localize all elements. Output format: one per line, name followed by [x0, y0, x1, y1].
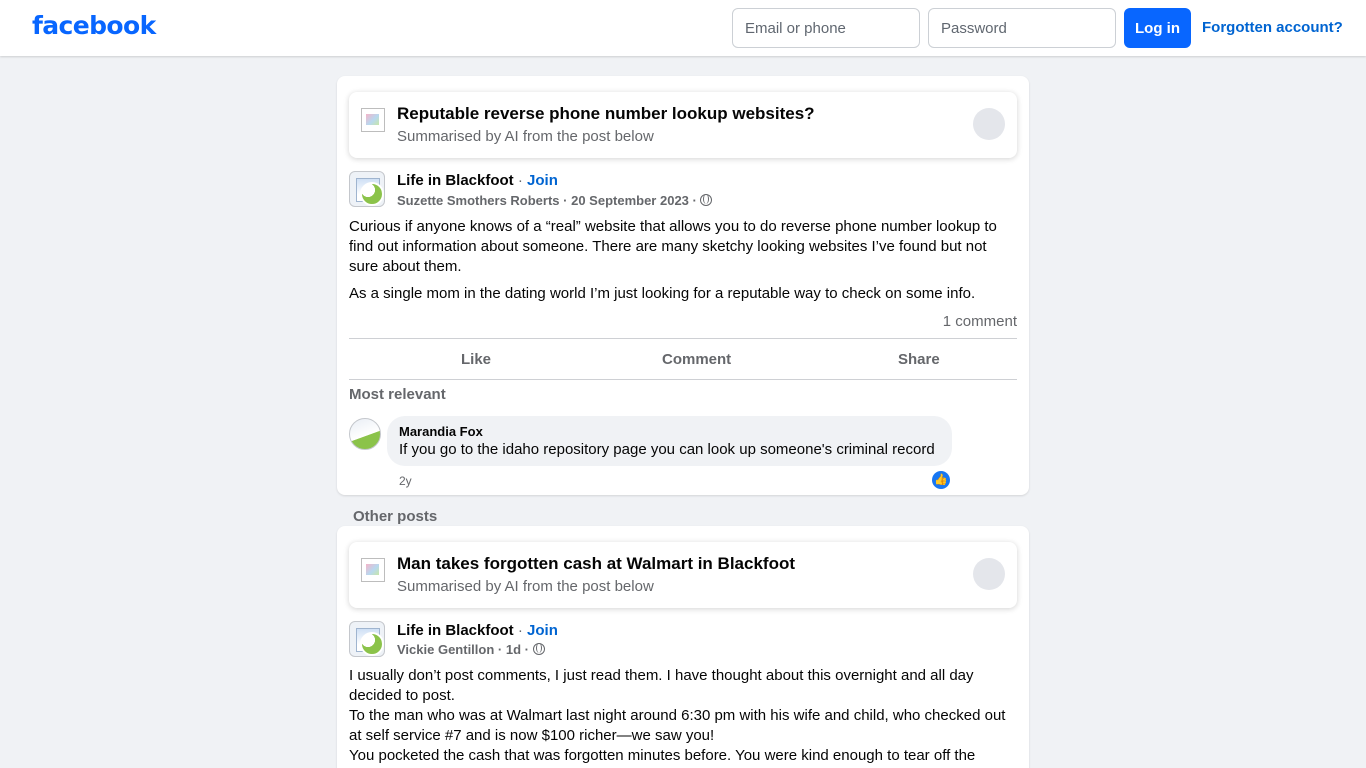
share-button[interactable]: Share — [898, 351, 940, 368]
post-card: Reputable reverse phone number lookup we… — [337, 76, 1029, 495]
group-line: Life in Blackfoot · Join — [397, 172, 558, 189]
separator-dot: · — [521, 642, 533, 657]
post-body-line: To the man who was at Walmart last night… — [349, 707, 1006, 744]
join-link[interactable]: Join — [527, 172, 558, 189]
summary-subtitle: Summarised by AI from the post below — [397, 578, 654, 595]
separator-dot: · — [559, 193, 572, 208]
top-navigation-bar: facebook Log in Forgotten account? — [0, 0, 1366, 56]
separator-dot: · — [513, 172, 528, 189]
comment-count[interactable]: 1 comment — [943, 313, 1017, 330]
more-options-button[interactable] — [973, 558, 1005, 590]
post-date[interactable]: 20 September 2023 — [571, 193, 689, 208]
more-options-button[interactable] — [973, 108, 1005, 140]
separator-dot: · — [494, 642, 506, 657]
email-field[interactable] — [732, 8, 920, 48]
comment-button[interactable]: Comment — [662, 351, 731, 368]
comment-text: If you go to the idaho repository page y… — [399, 441, 935, 458]
separator-dot: · — [688, 193, 701, 208]
post-body-paragraph: Curious if anyone knows of a “real” webs… — [349, 218, 997, 275]
group-name-link[interactable]: Life in Blackfoot — [397, 172, 514, 189]
login-button[interactable]: Log in — [1124, 8, 1191, 48]
globe-icon — [532, 643, 545, 655]
summary-subtitle: Summarised by AI from the post below — [397, 128, 654, 145]
like-button[interactable]: Like — [461, 351, 491, 368]
author-name-link[interactable]: Vickie Gentillon — [397, 642, 494, 657]
post-body-line: You pocketed the cash that was forgotten… — [349, 747, 976, 764]
thumbs-up-icon[interactable]: 👍 — [932, 471, 950, 489]
summary-thumbnail-icon — [361, 108, 385, 132]
join-link[interactable]: Join — [527, 622, 558, 639]
group-name-link[interactable]: Life in Blackfoot — [397, 622, 514, 639]
comments-sort-selector[interactable]: Most relevant — [349, 386, 446, 403]
divider — [349, 379, 1017, 380]
divider — [349, 338, 1017, 339]
commenter-avatar[interactable] — [349, 418, 381, 450]
ai-summary-box[interactable]: Reputable reverse phone number lookup we… — [349, 92, 1017, 158]
password-field[interactable] — [928, 8, 1116, 48]
comment-age[interactable]: 2y — [399, 474, 412, 488]
summary-thumbnail-icon — [361, 558, 385, 582]
group-avatar[interactable] — [349, 171, 385, 207]
group-avatar[interactable] — [349, 621, 385, 657]
summary-title: Reputable reverse phone number lookup we… — [397, 104, 815, 123]
forgotten-account-link[interactable]: Forgotten account? — [1202, 19, 1343, 36]
separator-dot: · — [513, 622, 528, 639]
other-posts-heading: Other posts — [353, 508, 438, 525]
post-body-line: I usually don’t post comments, I just re… — [349, 667, 974, 704]
comment-bubble: Marandia Fox If you go to the idaho repo… — [387, 416, 952, 466]
comment-author-link[interactable]: Marandia Fox — [399, 424, 483, 439]
post-meta: Suzette Smothers Roberts · 20 September … — [397, 193, 713, 208]
post-body-paragraph: As a single mom in the dating world I’m … — [349, 285, 976, 302]
group-line: Life in Blackfoot · Join — [397, 622, 558, 639]
globe-icon — [700, 194, 713, 206]
post-meta: Vickie Gentillon · 1d · — [397, 642, 545, 657]
author-name-link[interactable]: Suzette Smothers Roberts — [397, 193, 560, 208]
summary-title: Man takes forgotten cash at Walmart in B… — [397, 554, 795, 573]
ai-summary-box[interactable]: Man takes forgotten cash at Walmart in B… — [349, 542, 1017, 608]
post-card: Man takes forgotten cash at Walmart in B… — [337, 526, 1029, 768]
post-age[interactable]: 1d — [506, 642, 521, 657]
facebook-logo[interactable]: facebook — [32, 11, 156, 40]
